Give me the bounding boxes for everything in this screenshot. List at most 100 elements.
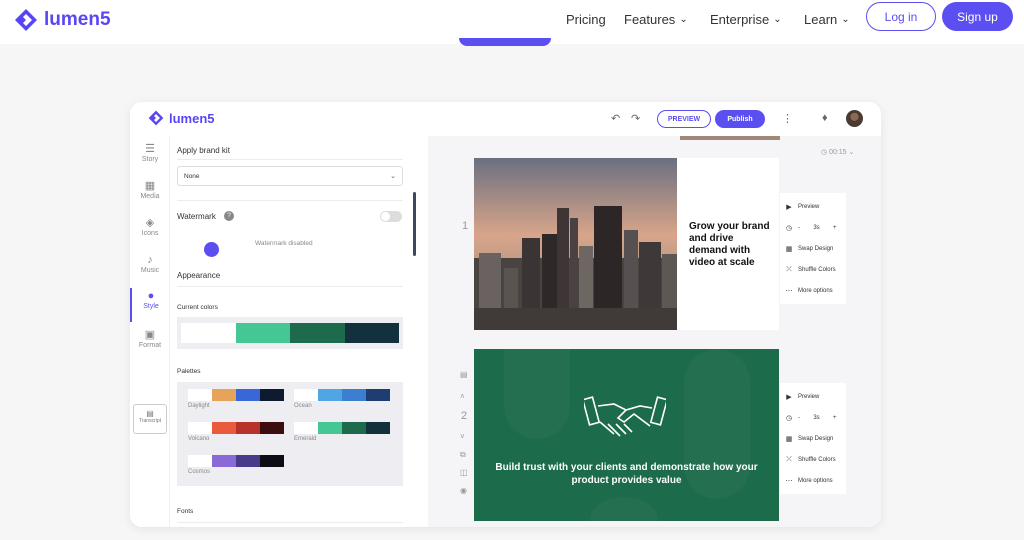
- preview-scene-button[interactable]: ▶ Preview: [780, 386, 846, 407]
- rail-format[interactable]: ▣ Format: [130, 328, 170, 349]
- brand-kit-label: Apply brand kit: [177, 146, 230, 155]
- more-options-button[interactable]: ⋯ More options: [780, 470, 846, 491]
- timer-icon: ◷: [785, 224, 793, 232]
- story-icon: ☰: [145, 143, 155, 155]
- handshake-icon: [584, 396, 666, 437]
- play-icon: ▶: [786, 203, 792, 211]
- more-horizontal-icon: ⋯: [785, 477, 793, 485]
- grid-icon: ▦: [785, 245, 793, 253]
- scene-canvas: ◷ 00:15 ⌄ 1 Grow your brand and drive de…: [428, 136, 881, 527]
- previous-scene-edge: [680, 136, 780, 140]
- timer-icon: ◷: [785, 414, 793, 422]
- style-panel: Apply brand kit None ⌄ Watermark ? Water…: [170, 136, 418, 527]
- bell-icon[interactable]: ♦: [822, 112, 828, 124]
- nav-enterprise[interactable]: Enterprise ⌄: [710, 12, 782, 27]
- publish-button[interactable]: Publish: [715, 110, 765, 128]
- rail-transcript[interactable]: ▤ Transcript: [133, 404, 167, 434]
- palette-volcano[interactable]: [188, 422, 284, 434]
- fonts-label: Fonts: [177, 508, 194, 515]
- more-horizontal-icon: ⋯: [785, 287, 793, 295]
- more-options-button[interactable]: ⋯ More options: [780, 280, 846, 301]
- eye-icon[interactable]: ◉: [460, 486, 467, 495]
- swap-design-button[interactable]: ▦ Swap Design: [780, 428, 846, 449]
- scene-number: 1: [462, 220, 469, 232]
- scene-number: 2: [461, 410, 468, 422]
- signup-button[interactable]: Sign up: [942, 2, 1013, 31]
- more-vertical-icon[interactable]: ⋮: [782, 112, 793, 125]
- app-screenshot: lumen5 ↶ ↷ PREVIEW Publish ⋮ ♦ ☰ Story ▦…: [130, 102, 881, 527]
- image-icon: ▦: [144, 180, 156, 192]
- chevron-down-icon: ⌄: [841, 14, 850, 25]
- nav-learn[interactable]: Learn ⌄: [804, 12, 850, 27]
- lumen5-logo-icon: [15, 9, 37, 31]
- color-swatch[interactable]: [181, 323, 236, 343]
- comment-icon[interactable]: ▤: [460, 370, 468, 379]
- shapes-icon: ◈: [145, 217, 155, 229]
- scene-2[interactable]: Build trust with your clients and demons…: [474, 349, 779, 521]
- watermark-label: Watermark: [177, 212, 216, 221]
- play-icon: ▶: [786, 393, 792, 401]
- music-icon: ♪: [147, 254, 153, 266]
- brand-name: lumen5: [44, 9, 111, 30]
- redo-icon[interactable]: ↷: [631, 112, 640, 125]
- avatar[interactable]: [846, 110, 863, 127]
- watermark-toggle[interactable]: [380, 211, 402, 222]
- palette-name: Volcano: [188, 436, 210, 442]
- info-icon[interactable]: ?: [224, 211, 234, 221]
- swap-design-button[interactable]: ▦ Swap Design: [780, 238, 846, 259]
- divider: [177, 286, 403, 287]
- watermark-status: Watermark disabled: [255, 240, 313, 247]
- color-swatch[interactable]: [235, 323, 290, 343]
- duration-control[interactable]: ◷ - 3s +: [780, 407, 846, 428]
- chevron-down-icon: ⌄: [773, 14, 782, 25]
- rail-icons[interactable]: ◈ Icons: [130, 216, 170, 237]
- scene-2-menu: ▶ Preview ◷ - 3s + ▦ Swap Design ⤫ Shuffle C…: [780, 383, 846, 494]
- palette-name: Emerald: [294, 436, 317, 442]
- transcript-icon: ▤: [146, 409, 154, 418]
- color-swatch[interactable]: [344, 323, 399, 343]
- shuffle-icon: ⤫: [786, 455, 792, 463]
- palettes-label: Palettes: [177, 368, 201, 375]
- format-icon: ▣: [144, 329, 156, 341]
- divider: [177, 159, 403, 160]
- scene-1[interactable]: Grow your brand and drive demand with vi…: [474, 158, 779, 330]
- color-swatch[interactable]: [290, 323, 345, 343]
- city-skyline-image: [474, 158, 677, 330]
- palette-emerald[interactable]: [294, 422, 390, 434]
- rail-story[interactable]: ☰ Story: [130, 142, 170, 163]
- login-button[interactable]: Log in: [866, 2, 936, 31]
- rail-music[interactable]: ♪ Music: [130, 254, 170, 274]
- rail-media[interactable]: ▦ Media: [130, 179, 170, 200]
- palette-ocean[interactable]: [294, 389, 390, 401]
- copy-icon[interactable]: ⧉: [460, 450, 466, 460]
- duration-control[interactable]: ◷ - 3s +: [780, 217, 846, 238]
- editor-sidebar: ☰ Story ▦ Media ◈ Icons ♪ Music ● Style …: [130, 136, 170, 527]
- scene-1-headline[interactable]: Grow your brand and drive demand with vi…: [689, 221, 774, 269]
- hero-button-edge[interactable]: [459, 38, 551, 46]
- shuffle-colors-button[interactable]: ⤫ Shuffle Colors: [780, 449, 846, 470]
- preview-button[interactable]: PREVIEW: [657, 110, 711, 128]
- palettes-list: Daylight Ocean Volcano Emerald Cosmos: [177, 382, 403, 486]
- duration-readout: ◷ 00:15 ⌄: [821, 149, 855, 156]
- brand-kit-select[interactable]: None ⌄: [177, 166, 403, 186]
- chevron-up-icon[interactable]: ˄: [460, 392, 465, 401]
- divider: [177, 200, 403, 201]
- current-colors-swatches[interactable]: [177, 317, 403, 349]
- palette-cosmos[interactable]: [188, 455, 284, 467]
- palette-daylight[interactable]: [188, 389, 284, 401]
- nav-features[interactable]: Features ⌄: [624, 12, 688, 27]
- chevron-down-icon[interactable]: ˅: [460, 432, 465, 441]
- panel-scrollbar[interactable]: [413, 192, 416, 256]
- watermark-preview-dot: [204, 242, 219, 257]
- preview-scene-button[interactable]: ▶ Preview: [780, 196, 846, 217]
- scene-2-headline[interactable]: Build trust with your clients and demons…: [494, 461, 759, 487]
- app-header: lumen5 ↶ ↷ PREVIEW Publish ⋮ ♦: [130, 102, 881, 136]
- trash-icon[interactable]: ◫: [460, 468, 468, 477]
- rail-style[interactable]: ● Style: [130, 288, 170, 322]
- site-logo[interactable]: lumen5: [14, 8, 111, 32]
- nav-pricing[interactable]: Pricing: [566, 12, 606, 27]
- shuffle-colors-button[interactable]: ⤫ Shuffle Colors: [780, 259, 846, 280]
- shuffle-icon: ⤫: [786, 265, 792, 273]
- undo-icon[interactable]: ↶: [611, 112, 620, 125]
- palette-name: Ocean: [294, 403, 312, 409]
